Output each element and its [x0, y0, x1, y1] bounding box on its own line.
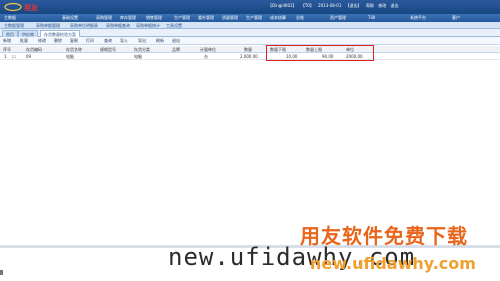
- cell-name[interactable]: 电脑: [66, 54, 74, 60]
- menu-item[interactable]: T-BI: [368, 15, 375, 20]
- logo-swirl-icon: [4, 2, 22, 12]
- watermark-url-colored: new.ufidawhy.com: [310, 254, 476, 273]
- delete-button[interactable]: 删除: [54, 38, 62, 44]
- menu-item[interactable]: 采购管理: [96, 15, 112, 21]
- import-button[interactable]: 导入: [120, 38, 128, 44]
- menu-item[interactable]: 销售管理: [146, 15, 162, 21]
- sub-menu: 主数据管理 采购单据管理 采购单位明细表 采购单据查询 采购单据统计 工具设置: [0, 22, 500, 29]
- print-button[interactable]: 打印: [86, 38, 94, 44]
- copy-button[interactable]: 复制: [70, 38, 78, 44]
- modify-link[interactable]: 修改: [378, 3, 386, 8]
- menu-item[interactable]: 系统平台: [410, 15, 426, 21]
- session-info: 【Dingid001】 【T0】 2013-08-01 【退出】 帮助 修改 退…: [268, 3, 402, 9]
- tab-supplier[interactable]: 供应商: [18, 30, 38, 37]
- menu-item[interactable]: 总账: [296, 15, 304, 21]
- menu-item[interactable]: 生产管理: [174, 15, 190, 21]
- menu-item[interactable]: 基础设置: [62, 15, 78, 21]
- batch-button[interactable]: 批量: [20, 38, 28, 44]
- cell-code[interactable]: 09: [26, 54, 31, 59]
- edit-button[interactable]: 修改: [38, 38, 46, 44]
- user-label: 【Dingid001】: [268, 3, 297, 8]
- menu-item[interactable]: 资产管理: [330, 15, 346, 21]
- logout-link[interactable]: 【退出】: [346, 3, 362, 8]
- main-menu: 主数据 基础设置 采购管理 库存管理 销售管理 生产管理 委外管理 质量管理 生…: [0, 14, 500, 22]
- menu-item[interactable]: 客户: [452, 15, 460, 21]
- menu-item[interactable]: 委外管理: [198, 15, 214, 21]
- tab-bar: 首页 供应商 存货数量检验方案: [0, 29, 500, 37]
- menu-item[interactable]: 成本核算: [270, 15, 286, 21]
- resize-handle[interactable]: [0, 270, 3, 275]
- top-header: 用友 【Dingid001】 【T0】 2013-08-01 【退出】 帮助 修…: [0, 0, 500, 14]
- date-label: 2013-08-01: [318, 3, 342, 8]
- query-button[interactable]: 查询: [104, 38, 112, 44]
- logo-text: 用友: [24, 4, 38, 12]
- tab-home[interactable]: 首页: [2, 30, 18, 37]
- menu-item[interactable]: 生产管理: [246, 15, 262, 21]
- exit-link[interactable]: 退出: [391, 3, 399, 8]
- cell-unit[interactable]: 台: [204, 54, 208, 60]
- account-label: 【T0】: [300, 3, 314, 8]
- cell-qty[interactable]: 2.000.00: [240, 54, 258, 59]
- menu-item[interactable]: 库存管理: [120, 15, 136, 21]
- tab-inspection-plan[interactable]: 存货数量检验方案: [40, 30, 80, 37]
- row-number: 1: [4, 54, 7, 59]
- menu-item[interactable]: 主数据: [4, 15, 16, 21]
- watermark-url-color-text: new.ufidawhy.com: [310, 254, 476, 273]
- highlight-box: [266, 45, 374, 61]
- cell-category[interactable]: 电脑: [134, 54, 142, 60]
- menu-item[interactable]: 质量管理: [222, 15, 238, 21]
- refresh-button[interactable]: 刷新: [156, 38, 164, 44]
- toolbar: 新增 批量 修改 删除 复制 打印 查询 导入 导出 刷新 退出: [0, 37, 500, 45]
- exit-button[interactable]: 退出: [172, 38, 180, 44]
- help-link[interactable]: 帮助: [366, 3, 374, 8]
- export-button[interactable]: 导出: [138, 38, 146, 44]
- add-button[interactable]: 新增: [3, 38, 11, 44]
- app-logo: 用友: [4, 2, 44, 12]
- row-checkbox[interactable]: ☐: [12, 54, 16, 59]
